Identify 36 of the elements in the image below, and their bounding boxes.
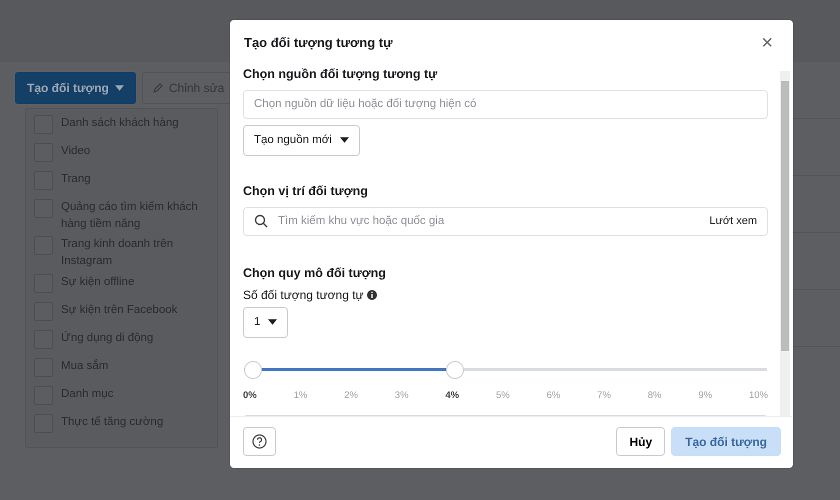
tick-label: 1% bbox=[294, 388, 308, 403]
slider-handle[interactable] bbox=[244, 360, 262, 379]
create-audience-button[interactable]: Tạo đối tượng bbox=[15, 72, 136, 104]
scrollbar[interactable] bbox=[780, 71, 790, 416]
location-search-field[interactable]: Tìm kiếm khu vực hoặc quốc gia bbox=[276, 208, 702, 235]
count-label: Số đối tượng tương tự bbox=[243, 286, 364, 304]
tick-label: 3% bbox=[394, 388, 409, 403]
tick-label: 5% bbox=[496, 388, 510, 403]
tick-label: 0% bbox=[243, 388, 257, 403]
pencil-icon bbox=[152, 83, 163, 93]
count-select[interactable]: 1 bbox=[243, 306, 288, 338]
tick-label: 6% bbox=[546, 388, 560, 403]
help-icon bbox=[252, 434, 267, 449]
tick-label: 2% bbox=[344, 388, 358, 403]
caret-icon bbox=[268, 319, 278, 326]
tick-label: 9% bbox=[698, 388, 712, 403]
dialog-title: Tạo đối tượng tương tự bbox=[244, 34, 393, 52]
caret-icon bbox=[340, 137, 349, 144]
tick-label: 10% bbox=[748, 388, 768, 403]
caret-icon bbox=[114, 85, 124, 91]
help-button[interactable] bbox=[243, 427, 276, 456]
tick-label: 7% bbox=[597, 388, 611, 403]
section-heading: Chọn quy mô đối tượng bbox=[243, 264, 387, 282]
section-heading: Chọn nguồn đối tượng tương tự bbox=[243, 66, 438, 83]
section-heading: Chọn vị trí đối tượng bbox=[243, 183, 369, 200]
tick-label: 8% bbox=[648, 388, 662, 403]
cancel-button[interactable]: Hủy bbox=[616, 427, 666, 456]
search-icon bbox=[254, 214, 268, 228]
browse-link[interactable]: Lướt xem bbox=[709, 213, 757, 230]
tick-label: 4% bbox=[445, 388, 460, 403]
close-button[interactable]: × bbox=[755, 33, 779, 53]
slider-handle[interactable] bbox=[446, 360, 464, 379]
info-icon bbox=[366, 290, 377, 300]
location-search-box[interactable]: Tìm kiếm khu vực hoặc quốc gia Lướt xem bbox=[243, 206, 768, 236]
new-source-button[interactable]: Tạo nguồn mới bbox=[243, 124, 360, 156]
source-field[interactable]: Chọn nguồn dữ liệu hoặc đối tượng hiện có bbox=[243, 90, 768, 119]
